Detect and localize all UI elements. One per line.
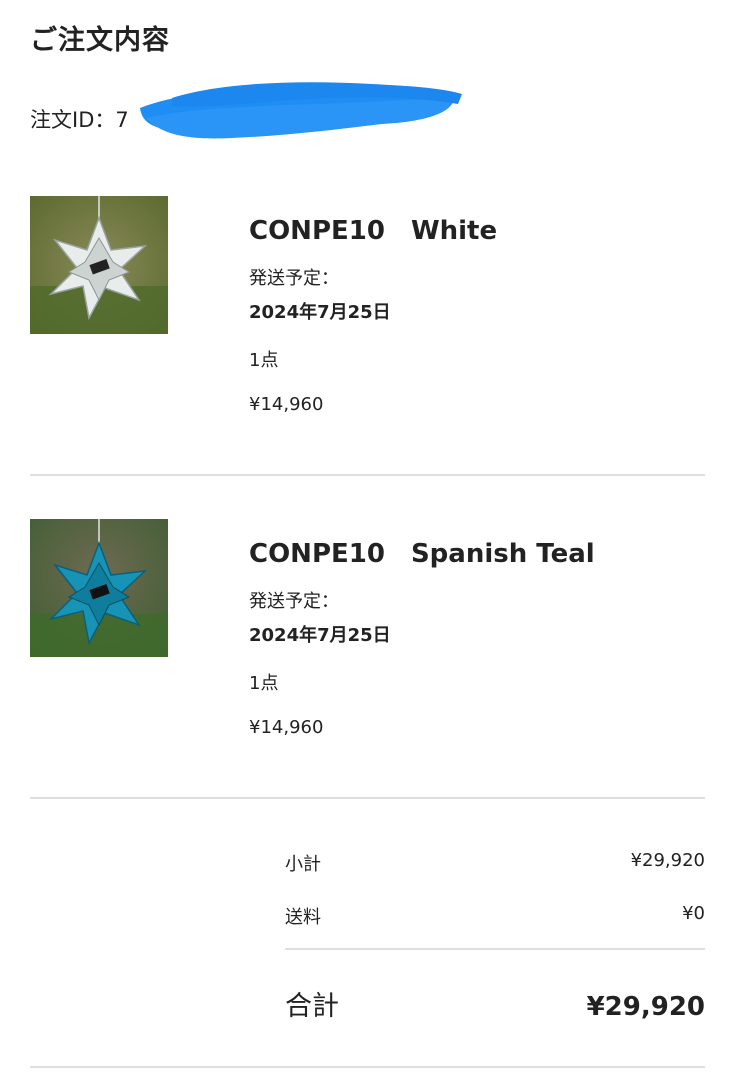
- summary-divider: [285, 948, 705, 950]
- redaction-scribble: [140, 82, 462, 139]
- white-star-ornament-icon: [30, 196, 168, 334]
- ship-label: 発送予定：: [249, 591, 339, 612]
- ship-label: 発送予定：: [249, 268, 339, 289]
- subtotal-value: ¥29,920: [630, 850, 705, 871]
- total-value: ¥29,920: [586, 992, 705, 1022]
- order-id: 注文ID：7: [30, 82, 462, 139]
- total-row: 合計 ¥29,920: [285, 984, 705, 1023]
- order-id-value: 7: [115, 108, 129, 132]
- shipping-label: 送料: [285, 907, 321, 928]
- divider: [30, 474, 705, 476]
- ship-date: 2024年7月25日: [249, 625, 391, 646]
- item-quantity: 1点: [249, 350, 279, 371]
- subtotal-row: 小計 ¥29,920: [285, 850, 705, 876]
- total-label: 合計: [285, 991, 339, 1022]
- order-item: CONPE10 White 発送予定： 2024年7月25日 1点 ¥14,96…: [30, 196, 705, 426]
- ship-date: 2024年7月25日: [249, 302, 391, 323]
- item-quantity: 1点: [249, 673, 279, 694]
- page-title: ご注文内容: [30, 25, 170, 56]
- divider: [30, 797, 705, 799]
- product-thumbnail[interactable]: [30, 519, 168, 657]
- divider: [30, 1066, 705, 1068]
- product-thumbnail[interactable]: [30, 196, 168, 334]
- shipping-value: ¥0: [682, 903, 705, 924]
- subtotal-label: 小計: [285, 854, 321, 875]
- item-price: ¥14,960: [249, 717, 324, 738]
- item-name[interactable]: CONPE10 Spanish Teal: [249, 533, 595, 570]
- item-name[interactable]: CONPE10 White: [249, 210, 497, 247]
- order-item: CONPE10 Spanish Teal 発送予定： 2024年7月25日 1点…: [30, 519, 705, 749]
- item-price: ¥14,960: [249, 394, 324, 415]
- order-id-label: 注文ID：: [30, 108, 116, 132]
- shipping-row: 送料 ¥0: [285, 903, 705, 929]
- teal-star-ornament-icon: [30, 519, 168, 657]
